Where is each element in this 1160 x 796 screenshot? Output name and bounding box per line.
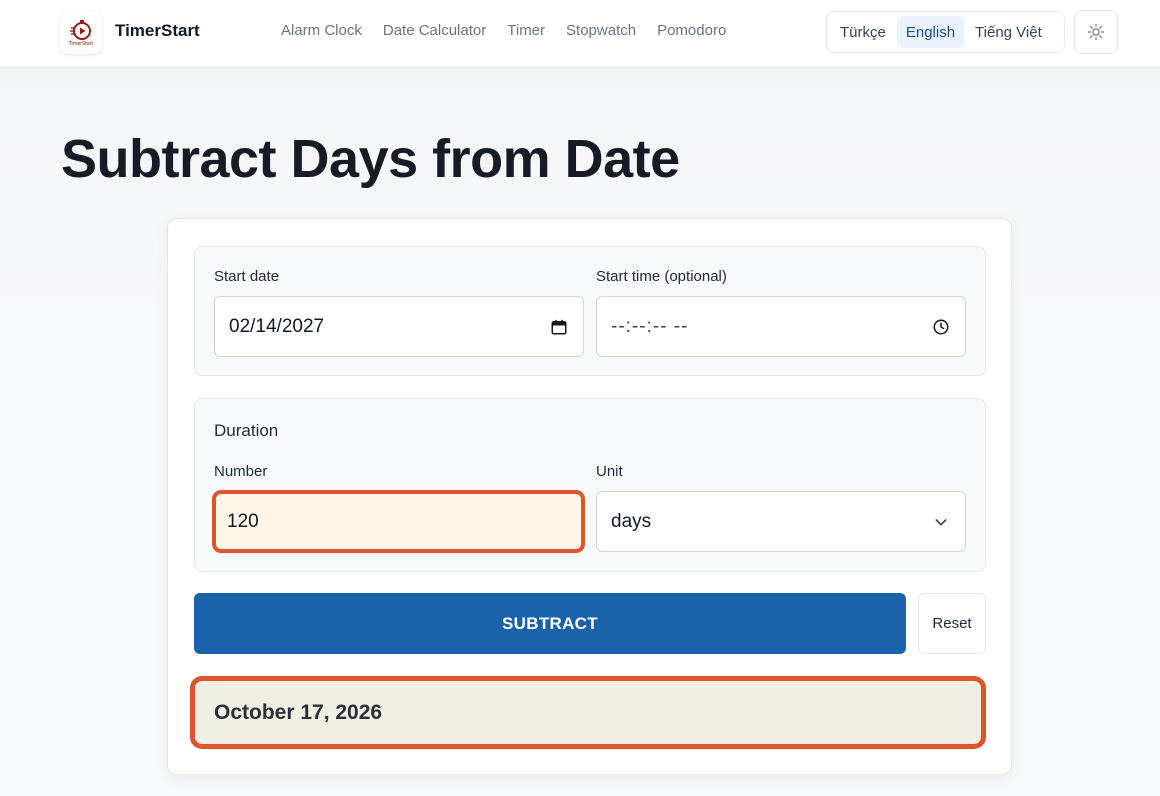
start-date-label: Start date — [214, 268, 280, 285]
sun-icon — [1087, 23, 1105, 41]
start-time-label: Start time (optional) — [596, 268, 727, 285]
chevron-down-icon — [931, 512, 951, 532]
start-date-value: 02/14/2027 — [229, 315, 325, 337]
lang-turkish-button[interactable]: Türkçe — [831, 16, 895, 48]
nav-pomodoro[interactable]: Pomodoro — [657, 22, 726, 39]
language-switcher: Türkçe English Tiếng Việt — [826, 11, 1065, 53]
nav-timer[interactable]: Timer — [507, 22, 545, 39]
calculator-card: Start date Start time (optional) 02/14/2… — [167, 218, 1012, 775]
unit-label: Unit — [596, 463, 623, 480]
lang-english-button[interactable]: English — [896, 16, 965, 48]
duration-section: Duration Number Unit 120 days — [194, 398, 986, 572]
start-time-input[interactable]: --:--:-- -- — [596, 296, 966, 357]
result-box: October 17, 2026 — [190, 676, 986, 749]
start-date-input[interactable]: 02/14/2027 — [214, 296, 584, 357]
nav-alarm-clock[interactable]: Alarm Clock — [281, 22, 362, 39]
number-value: 120 — [227, 510, 259, 532]
theme-toggle-button[interactable] — [1074, 10, 1118, 54]
page-title: Subtract Days from Date — [61, 129, 680, 189]
nav-stopwatch[interactable]: Stopwatch — [566, 22, 636, 39]
unit-select[interactable]: days — [596, 491, 966, 552]
start-time-value: --:--:-- -- — [611, 315, 689, 337]
calendar-icon[interactable] — [549, 317, 569, 337]
reset-button[interactable]: Reset — [918, 593, 986, 654]
subtract-button[interactable]: SUBTRACT — [194, 593, 906, 654]
nav-date-calculator[interactable]: Date Calculator — [383, 22, 486, 39]
number-label: Number — [214, 463, 268, 480]
stopwatch-logo-icon — [70, 20, 91, 40]
top-header: TimerStart TimerStart Alarm Clock Date C… — [0, 0, 1160, 68]
lang-vietnamese-button[interactable]: Tiếng Việt — [966, 16, 1051, 48]
unit-value: days — [611, 510, 652, 532]
clock-icon[interactable] — [931, 317, 951, 337]
main-nav: Alarm Clock Date Calculator Timer Stopwa… — [281, 22, 726, 39]
brand-name[interactable]: TimerStart — [115, 21, 200, 41]
number-input[interactable]: 120 — [212, 490, 585, 553]
logo[interactable]: TimerStart — [60, 12, 102, 54]
logo-wordmark: TimerStart — [68, 41, 94, 47]
duration-heading: Duration — [214, 421, 279, 440]
start-section: Start date Start time (optional) 02/14/2… — [194, 246, 986, 376]
result-date: October 17, 2026 — [214, 700, 383, 724]
